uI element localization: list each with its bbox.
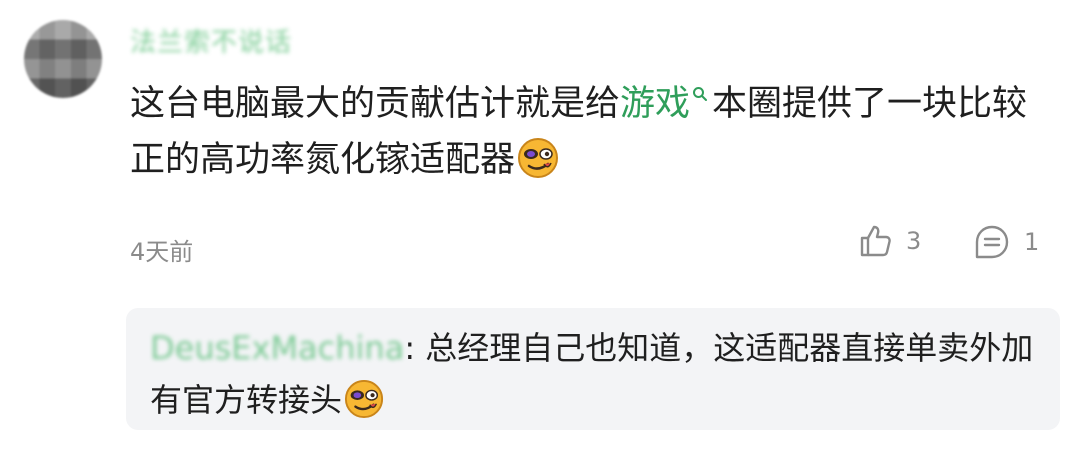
like-button[interactable]: 3 [858, 224, 921, 258]
reply-username[interactable]: DeusExMachina [150, 329, 404, 367]
comment-content: 这台电脑最大的贡献估计就是给游戏 本圈提供了一块比较正的高功率氮化镓适配器 [130, 76, 1060, 188]
reply-colon: : [404, 329, 416, 367]
avatar[interactable] [24, 20, 102, 98]
comment-time: 4天前 [130, 238, 194, 266]
thumbs-up-icon [860, 225, 891, 257]
search-icon [693, 87, 708, 102]
reply-preview[interactable]: DeusExMachina: 总经理自己也知道，这适配器直接单卖外加有官方转接头 [126, 308, 1060, 430]
like-count: 3 [906, 227, 922, 255]
comment-text-part1: 这台电脑最大的贡献估计就是给 [130, 84, 621, 124]
comment-username[interactable]: 法兰索不说话 [130, 22, 292, 59]
keyword-link[interactable]: 游戏 [620, 84, 690, 124]
smirk-emoji-icon [344, 379, 384, 419]
reply-button[interactable]: 1 [974, 224, 1039, 260]
comment-bubble-icon [975, 225, 1009, 259]
reply-count: 1 [1024, 228, 1040, 256]
smirk-emoji-icon [518, 138, 559, 178]
reply-content: DeusExMachina: 总经理自己也知道，这适配器直接单卖外加有官方转接头 [150, 322, 1036, 426]
